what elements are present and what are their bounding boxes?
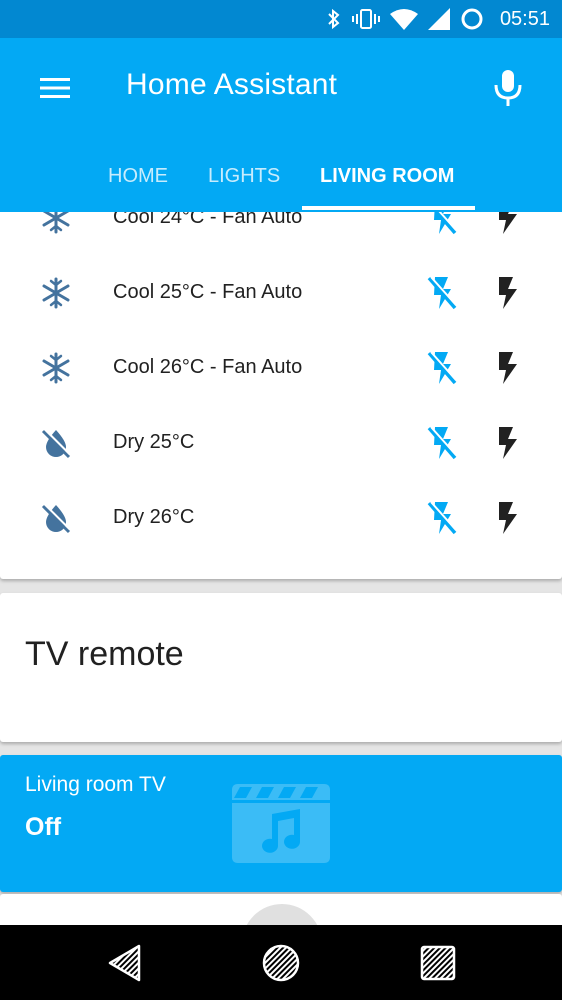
flash-icon[interactable]: [494, 350, 520, 386]
app-title: Home Assistant: [126, 68, 338, 101]
scenes-card: Cool 24°C - Fan Auto Cool 25°C - Fan Aut…: [0, 212, 562, 579]
scene-label: Dry 26°C: [113, 506, 195, 528]
tab-lights[interactable]: LIGHTS: [208, 158, 280, 212]
vibrate-icon: [351, 9, 380, 29]
navigation-bar: [0, 925, 562, 1000]
bluetooth-icon: [328, 8, 340, 30]
flash-off-icon[interactable]: [426, 425, 458, 461]
scene-label: Cool 24°C - Fan Auto: [113, 212, 303, 228]
scene-label: Cool 25°C - Fan Auto: [113, 281, 303, 303]
media-player-card[interactable]: Living room TV Off: [0, 755, 562, 892]
tab-bar: HOME LIGHTS LIVING ROOM: [0, 158, 562, 307]
flash-icon[interactable]: [494, 275, 520, 311]
flash-off-icon[interactable]: [426, 275, 458, 311]
status-icons: 05:51: [326, 0, 550, 38]
movie-music-icon: [232, 784, 330, 863]
scene-row: Cool 25°C - Fan Auto: [0, 255, 562, 330]
status-time: 05:51: [499, 7, 550, 30]
scene-row: Cool 26°C - Fan Auto: [0, 330, 562, 405]
tv-remote-card: TV remote: [0, 593, 562, 742]
menu-icon[interactable]: [40, 76, 72, 100]
flash-icon[interactable]: [494, 500, 520, 536]
microphone-icon[interactable]: [494, 70, 522, 106]
media-player-name: Living room TV: [25, 773, 166, 796]
tab-living-room[interactable]: LIVING ROOM: [320, 158, 454, 212]
home-button[interactable]: [261, 943, 301, 983]
scene-row: Dry 25°C: [0, 405, 562, 480]
wifi-icon: [389, 9, 418, 30]
status-bar: 05:51: [0, 0, 562, 38]
content-area[interactable]: Cool 24°C - Fan Auto Cool 25°C - Fan Aut…: [0, 212, 562, 925]
recents-button[interactable]: [418, 943, 458, 983]
flash-icon[interactable]: [494, 212, 520, 236]
next-card: [0, 894, 562, 925]
media-player-state: Off: [25, 813, 62, 841]
snowflake-icon: [42, 352, 70, 384]
flash-icon[interactable]: [494, 425, 520, 461]
scene-label: Dry 25°C: [113, 431, 195, 453]
tab-indicator: [302, 206, 475, 210]
scene-row: Dry 26°C: [0, 480, 562, 555]
tab-home[interactable]: HOME: [108, 158, 168, 212]
flash-off-icon[interactable]: [426, 350, 458, 386]
circle-button[interactable]: [242, 904, 322, 925]
app-bar: Home Assistant HOME LIGHTS LIVING ROOM: [0, 38, 562, 307]
water-off-icon: [41, 503, 71, 534]
snowflake-icon: [42, 212, 70, 234]
water-off-icon: [41, 428, 71, 459]
flash-off-icon[interactable]: [426, 212, 458, 236]
snowflake-icon: [42, 277, 70, 309]
signal-icon: [427, 8, 450, 30]
battery-icon: [461, 8, 483, 30]
flash-off-icon[interactable]: [426, 500, 458, 536]
scene-label: Cool 26°C - Fan Auto: [113, 356, 303, 378]
back-button[interactable]: [106, 943, 146, 983]
scene-row: Cool 24°C - Fan Auto: [0, 212, 562, 255]
card-title: TV remote: [25, 635, 184, 673]
